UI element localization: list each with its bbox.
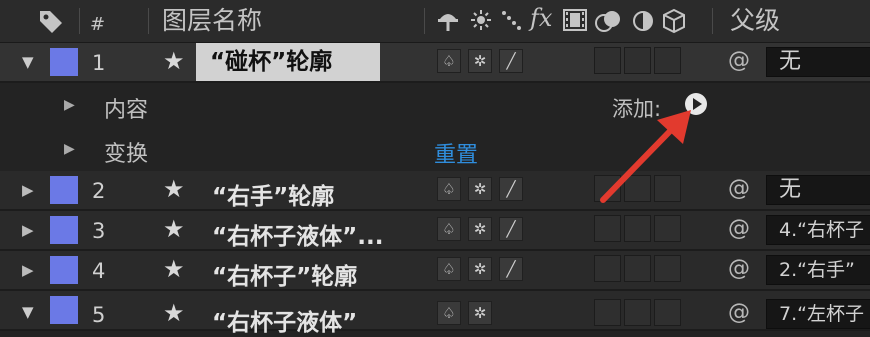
motion-blur-switch[interactable] bbox=[624, 255, 651, 282]
reset-link[interactable]: 重置 bbox=[434, 137, 478, 169]
collapse-switch[interactable]: ✲ bbox=[468, 301, 492, 325]
quality-switch[interactable]: ╱ bbox=[499, 257, 523, 281]
parent-dropdown[interactable]: 7.“左杯子 bbox=[766, 299, 870, 329]
twirl-closed-icon[interactable]: ▶ bbox=[64, 141, 75, 157]
shy-switch[interactable]: ♤ bbox=[437, 177, 461, 201]
layer-name[interactable]: “右杯子液体” bbox=[212, 303, 357, 337]
fx-switch[interactable] bbox=[594, 215, 621, 242]
collapse-switch[interactable]: ✲ bbox=[468, 257, 492, 281]
fx-switch[interactable] bbox=[594, 255, 621, 282]
layer-row-2[interactable]: ▶ 2 ★ “右手”轮廓 ♤ ✲ ╱ @ 无 bbox=[0, 171, 870, 211]
shy-switch[interactable]: ♤ bbox=[437, 257, 461, 281]
layer-row-4[interactable]: ▶ 4 ★ “右杯子”轮廓 ♤ ✲ ╱ @ 2.“右手” bbox=[0, 251, 870, 291]
parent-dropdown[interactable]: 2.“右手” bbox=[766, 255, 870, 285]
header-separator bbox=[712, 8, 713, 34]
header-separator bbox=[424, 8, 425, 34]
layer-name-header[interactable]: 图层名称 bbox=[162, 4, 262, 38]
adjustment-switch[interactable] bbox=[654, 215, 681, 242]
shy-switch[interactable]: ♤ bbox=[437, 301, 461, 325]
motion-blur-icon[interactable] bbox=[595, 9, 623, 37]
parent-header[interactable]: 父级 bbox=[730, 4, 780, 38]
layer-row-1[interactable]: ▼ 1 ★ “碰杯”轮廓 ♤ ✲ ╱ @ 无 bbox=[0, 43, 870, 83]
layer-number: 1 bbox=[92, 51, 106, 75]
tag-icon[interactable] bbox=[38, 9, 64, 39]
shy-switch[interactable]: ♤ bbox=[437, 49, 461, 73]
label-color-swatch[interactable] bbox=[50, 176, 78, 204]
label-color-swatch[interactable] bbox=[50, 216, 78, 244]
property-row-transform[interactable]: ▶ 变换 重置 bbox=[0, 127, 870, 170]
layer-number: 5 bbox=[92, 303, 106, 327]
layer-name[interactable]: “右手”轮廓 bbox=[212, 177, 334, 211]
twirl-open-icon[interactable]: ▼ bbox=[22, 53, 34, 71]
pickwhip-icon[interactable]: @ bbox=[728, 216, 750, 241]
shy-icon[interactable] bbox=[437, 9, 459, 37]
layer-number: 4 bbox=[92, 259, 106, 283]
annotation-arrow-icon bbox=[600, 110, 691, 203]
collapse-switch[interactable]: ✲ bbox=[468, 177, 492, 201]
parent-dropdown[interactable]: 无 bbox=[766, 175, 870, 205]
pickwhip-icon[interactable]: @ bbox=[728, 176, 750, 201]
layer-row-3[interactable]: ▶ 3 ★ “右杯子液体”... ♤ ✲ ╱ @ 4.“右杯子 bbox=[0, 211, 870, 251]
pickwhip-icon[interactable]: @ bbox=[728, 300, 750, 325]
twirl-closed-icon[interactable]: ▶ bbox=[22, 261, 34, 279]
3d-cube-icon[interactable] bbox=[662, 8, 686, 38]
adjustment-switch[interactable] bbox=[654, 255, 681, 282]
property-row-contents[interactable]: ▶ 内容 添加: bbox=[0, 83, 870, 126]
fx-switch[interactable] bbox=[594, 47, 621, 74]
twirl-open-icon[interactable]: ▼ bbox=[22, 303, 34, 321]
quality-switch[interactable]: ╱ bbox=[499, 217, 523, 241]
quality-switch[interactable]: ╱ bbox=[499, 177, 523, 201]
motion-blur-switch[interactable] bbox=[624, 215, 651, 242]
fx-icon[interactable]: fx bbox=[530, 4, 552, 32]
column-header: # 图层名称 fx 父级 bbox=[0, 0, 870, 43]
twirl-closed-icon[interactable]: ▶ bbox=[22, 181, 34, 199]
twirl-closed-icon[interactable]: ▶ bbox=[64, 97, 75, 113]
collapse-switch[interactable]: ✲ bbox=[468, 49, 492, 73]
pickwhip-icon[interactable]: @ bbox=[728, 48, 750, 73]
header-separator bbox=[148, 8, 149, 34]
twirl-closed-icon[interactable]: ▶ bbox=[22, 221, 34, 239]
contents-label: 内容 bbox=[104, 98, 149, 123]
adjustment-switch[interactable] bbox=[654, 47, 681, 74]
motion-blur-switch[interactable] bbox=[624, 47, 651, 74]
adjustment-icon[interactable] bbox=[632, 10, 654, 36]
pickwhip-icon[interactable]: @ bbox=[728, 256, 750, 281]
layer-name[interactable]: “右杯子液体”... bbox=[212, 217, 383, 251]
shape-layer-star-icon: ★ bbox=[163, 175, 185, 203]
layer-name[interactable]: “右杯子”轮廓 bbox=[212, 257, 357, 291]
shy-switch[interactable]: ♤ bbox=[437, 217, 461, 241]
frame-blend-icon[interactable] bbox=[563, 9, 587, 35]
label-color-swatch[interactable] bbox=[50, 48, 78, 76]
shape-layer-star-icon: ★ bbox=[163, 47, 185, 75]
layer-row-5[interactable]: ▼ 5 ★ “右杯子液体” ♤ ✲ @ 7.“左杯子 bbox=[0, 291, 870, 336]
label-color-swatch[interactable] bbox=[50, 296, 78, 324]
hash-header: # bbox=[90, 14, 106, 35]
shape-layer-star-icon: ★ bbox=[163, 215, 185, 243]
layer-name[interactable]: “碰杯”轮廓 bbox=[196, 43, 380, 81]
parent-dropdown[interactable]: 4.“右杯子 bbox=[766, 215, 870, 245]
parent-dropdown[interactable]: 无 bbox=[766, 47, 870, 77]
label-color-swatch[interactable] bbox=[50, 256, 78, 284]
layer-number: 3 bbox=[92, 219, 106, 243]
shape-layer-star-icon: ★ bbox=[163, 255, 185, 283]
layer-number: 2 bbox=[92, 179, 106, 203]
collapse-switch[interactable]: ✲ bbox=[468, 217, 492, 241]
shape-layer-star-icon: ★ bbox=[163, 299, 185, 327]
sun-icon[interactable] bbox=[470, 9, 492, 35]
quality-icon[interactable] bbox=[500, 9, 524, 37]
header-separator bbox=[79, 8, 80, 34]
transform-label: 变换 bbox=[104, 142, 149, 167]
quality-switch[interactable]: ╱ bbox=[499, 49, 523, 73]
